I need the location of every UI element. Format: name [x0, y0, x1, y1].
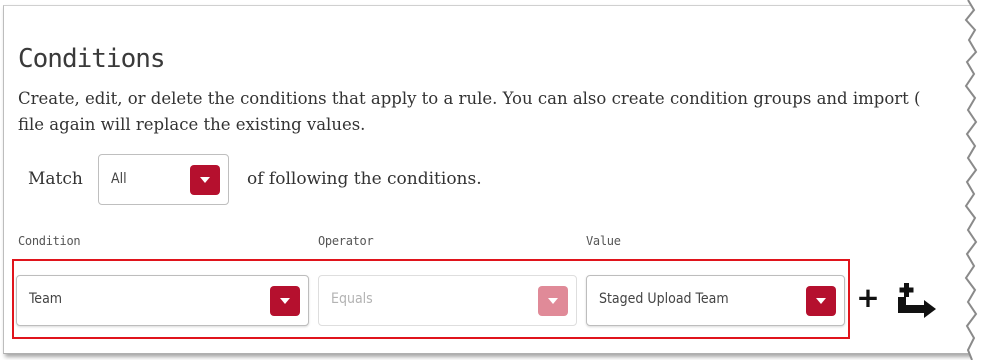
- match-dropdown-button[interactable]: [190, 165, 220, 195]
- match-label: Match: [28, 169, 83, 189]
- condition-select[interactable]: Team: [16, 275, 309, 326]
- condition-selected-value: Team: [29, 291, 63, 307]
- value-selected-value: Staged Upload Team: [599, 291, 729, 307]
- plus-icon[interactable]: +: [856, 283, 880, 313]
- chevron-down-icon: [816, 298, 826, 304]
- value-select[interactable]: Staged Upload Team: [586, 275, 845, 326]
- match-suffix: of following the conditions.: [247, 169, 482, 189]
- section-title: Conditions: [18, 44, 166, 74]
- chevron-down-icon: [200, 177, 210, 183]
- chevron-down-icon: [280, 298, 290, 304]
- description-line-1: Create, edit, or delete the conditions t…: [18, 89, 921, 108]
- operator-select[interactable]: Equals: [318, 275, 577, 326]
- torn-edge-decoration: [964, 0, 988, 360]
- condition-dropdown-button[interactable]: [270, 286, 300, 316]
- operator-dropdown-button[interactable]: [538, 286, 568, 316]
- chevron-down-icon: [548, 298, 558, 304]
- operator-selected-value: Equals: [331, 291, 373, 307]
- match-selected-value: All: [111, 171, 127, 187]
- section-description: Create, edit, or delete the conditions t…: [18, 86, 968, 138]
- value-dropdown-button[interactable]: [806, 286, 836, 316]
- screenshot-frame: Conditions Create, edit, or delete the c…: [0, 0, 988, 360]
- description-line-2: file again will replace the existing val…: [18, 115, 366, 134]
- match-select[interactable]: All: [98, 154, 229, 205]
- add-condition-group-icon[interactable]: [894, 280, 940, 320]
- add-group-arrow-icon: [898, 283, 936, 318]
- value-column-label: Value: [586, 234, 621, 248]
- operator-column-label: Operator: [318, 234, 374, 248]
- condition-column-label: Condition: [18, 234, 81, 248]
